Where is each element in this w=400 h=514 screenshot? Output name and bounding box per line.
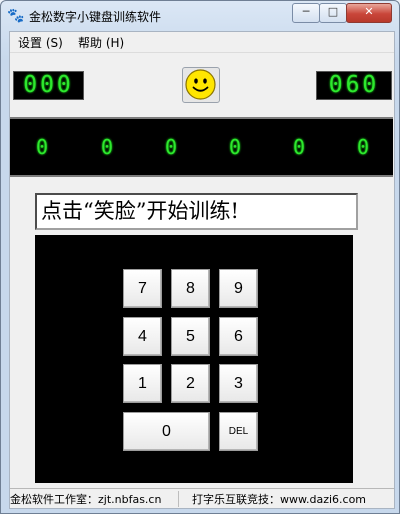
keypad-panel: 7 8 9 4 5 6 1 2 3 0 DEL xyxy=(35,235,353,483)
key-2[interactable]: 2 xyxy=(171,364,210,403)
key-4[interactable]: 4 xyxy=(123,317,162,356)
key-1[interactable]: 1 xyxy=(123,364,162,403)
strip-digit: 0 xyxy=(35,135,49,159)
key-delete[interactable]: DEL xyxy=(219,412,258,451)
strip-digit: 0 xyxy=(356,135,370,159)
menu-help[interactable]: 帮助 (H) xyxy=(78,34,124,51)
title-bar[interactable]: 🐾 金松数字小键盘训练软件 ─ □ ✕ xyxy=(1,1,399,31)
key-3[interactable]: 3 xyxy=(219,364,258,403)
close-button[interactable]: ✕ xyxy=(346,3,392,23)
key-6[interactable]: 6 xyxy=(219,317,258,356)
strip-digit: 0 xyxy=(100,135,114,159)
timer-counter: 060 xyxy=(316,71,392,100)
maximize-button[interactable]: □ xyxy=(319,3,347,23)
strip-digit: 0 xyxy=(164,135,178,159)
status-studio-link: 金松软件工作室：zjt.nbfas.cn xyxy=(10,491,179,507)
key-8[interactable]: 8 xyxy=(171,269,210,308)
strip-digit: 0 xyxy=(228,135,242,159)
key-5[interactable]: 5 xyxy=(171,317,210,356)
key-7[interactable]: 7 xyxy=(123,269,162,308)
key-0[interactable]: 0 xyxy=(123,412,210,451)
key-9[interactable]: 9 xyxy=(219,269,258,308)
minimize-button[interactable]: ─ xyxy=(292,3,320,23)
status-bar: 金松软件工作室：zjt.nbfas.cn 打字乐互联竞技：www.dazi6.c… xyxy=(10,488,394,508)
app-window: 🐾 金松数字小键盘训练软件 ─ □ ✕ 设置 (S) 帮助 (H) 000 06… xyxy=(0,0,400,514)
smiley-start-button[interactable] xyxy=(182,67,220,103)
score-counter: 000 xyxy=(13,71,84,100)
app-icon[interactable]: 🐾 xyxy=(7,7,25,25)
digit-display-strip: 0 0 0 0 0 0 xyxy=(10,117,393,177)
status-site-link: 打字乐互联竞技：www.dazi6.com xyxy=(192,493,367,506)
menu-bar: 设置 (S) 帮助 (H) xyxy=(10,32,394,53)
menu-settings[interactable]: 设置 (S) xyxy=(18,34,63,51)
prompt-text: 点击“笑脸”开始训练! xyxy=(35,193,358,230)
window-title: 金松数字小键盘训练软件 xyxy=(29,10,162,24)
smiley-face-icon xyxy=(185,69,216,100)
client-area: 设置 (S) 帮助 (H) 000 060 0 0 0 0 0 0 点击“笑脸”… xyxy=(9,31,395,509)
strip-digit: 0 xyxy=(292,135,306,159)
